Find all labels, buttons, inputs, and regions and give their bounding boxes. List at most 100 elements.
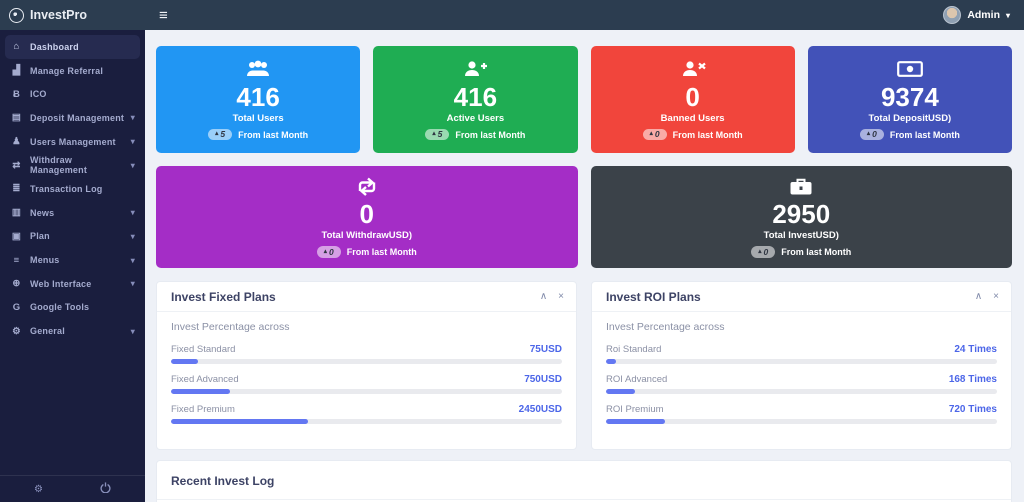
up-arrow-icon: ▴ bbox=[324, 249, 327, 256]
collapse-icon[interactable]: ∧ bbox=[540, 292, 547, 302]
sidebar-item-news[interactable]: ▥ News ▾ bbox=[0, 201, 145, 225]
google-icon: G bbox=[9, 302, 24, 313]
panel-header: Invest ROI Plans ∧ × bbox=[592, 282, 1011, 312]
sidebar-item-label: Google Tools bbox=[30, 302, 89, 312]
stat-card-total-deposit[interactable]: 9374 Total DepositUSD) ▴0 From last Mont… bbox=[808, 46, 1012, 153]
sidebar-item-plan[interactable]: ▣ Plan ▾ bbox=[0, 225, 145, 249]
stat-card-active-users[interactable]: 416 Active Users ▴5 From last Month bbox=[373, 46, 577, 153]
collapse-icon[interactable]: ∧ bbox=[975, 292, 982, 302]
sidebar-item-transaction-log[interactable]: ≣ Transaction Log bbox=[0, 177, 145, 201]
progress-track bbox=[606, 389, 997, 394]
invest-fixed-plans-panel: Invest Fixed Plans ∧ × Invest Percentage… bbox=[156, 281, 577, 450]
stat-card-total-invest[interactable]: 2950 Total InvestUSD) ▴0 From last Month bbox=[591, 166, 1013, 268]
stat-value: 0 bbox=[685, 84, 699, 111]
top-navbar: InvestPro ≡ Admin ▾ bbox=[0, 0, 1024, 30]
sidebar-item-ico[interactable]: Ƀ ICO bbox=[0, 82, 145, 106]
plan-value: 24 Times bbox=[954, 344, 997, 355]
sidebar-item-label: Transaction Log bbox=[30, 184, 103, 194]
stat-badge: ▴5 From last Month bbox=[425, 129, 525, 141]
users-group-icon bbox=[244, 59, 272, 79]
settings-gear-icon[interactable]: ⚙ bbox=[34, 484, 43, 495]
panel-subtitle: Invest Percentage across bbox=[606, 321, 997, 333]
stat-card-total-withdraw[interactable]: 0 Total WithdrawUSD) ▴0 From last Month bbox=[156, 166, 578, 268]
bitcoin-icon: Ƀ bbox=[9, 89, 24, 100]
user-plus-icon bbox=[462, 59, 488, 79]
sidebar-item-label: General bbox=[30, 326, 65, 336]
stat-value: 416 bbox=[454, 84, 497, 111]
brand-name: InvestPro bbox=[30, 8, 87, 22]
investpro-logo-icon bbox=[9, 8, 24, 23]
progress-fill bbox=[606, 359, 616, 364]
sidebar-item-web-interface[interactable]: ⊕ Web Interface ▾ bbox=[0, 272, 145, 296]
recent-invest-log-panel: Recent Invest Log bbox=[156, 460, 1012, 502]
sidebar-item-users-management[interactable]: ♟ Users Management ▾ bbox=[0, 130, 145, 154]
stat-badge: ▴0 From last Month bbox=[317, 246, 417, 258]
avatar bbox=[943, 6, 961, 24]
money-bill-icon bbox=[897, 59, 923, 79]
sidebar-item-general[interactable]: ⚙ General ▾ bbox=[0, 319, 145, 343]
stat-cards-row-1: 416 Total Users ▴5 From last Month 416 A… bbox=[156, 46, 1012, 153]
stat-card-total-users[interactable]: 416 Total Users ▴5 From last Month bbox=[156, 46, 360, 153]
panel-title: Invest ROI Plans bbox=[606, 290, 701, 304]
power-icon[interactable] bbox=[100, 482, 111, 496]
stat-value: 416 bbox=[236, 84, 279, 111]
sidebar-item-withdraw-management[interactable]: ⇄ Withdraw Management ▾ bbox=[0, 153, 145, 177]
sidebar-item-label: News bbox=[30, 208, 54, 218]
sidebar-item-deposit-management[interactable]: ▤ Deposit Management ▾ bbox=[0, 106, 145, 130]
stat-value: 0 bbox=[360, 201, 374, 228]
sidebar-item-label: ICO bbox=[30, 89, 47, 99]
plan-progress-row: ROI Premium 720 Times bbox=[606, 404, 997, 424]
close-icon[interactable]: × bbox=[993, 292, 999, 302]
hamburger-menu-icon[interactable]: ≡ bbox=[159, 8, 168, 23]
panel-body: Invest Percentage across Fixed Standard7… bbox=[157, 312, 576, 424]
chevron-down-icon: ▾ bbox=[1006, 11, 1010, 20]
users-icon: ♟ bbox=[9, 136, 24, 147]
stat-label: Total DepositUSD) bbox=[869, 113, 952, 124]
plan-label: ROI Premium bbox=[606, 404, 664, 415]
sidebar-item-dashboard[interactable]: ⌂ Dashboard bbox=[5, 35, 140, 59]
progress-fill bbox=[171, 389, 230, 394]
sidebar-item-label: Manage Referral bbox=[30, 66, 103, 76]
globe-icon: ⊕ bbox=[9, 278, 24, 289]
stat-card-banned-users[interactable]: 0 Banned Users ▴0 From last Month bbox=[591, 46, 795, 153]
up-arrow-icon: ▴ bbox=[650, 131, 653, 138]
deposit-icon: ▤ bbox=[9, 112, 24, 123]
progress-track bbox=[606, 419, 997, 424]
plan-progress-row: Roi Standard24 Times bbox=[606, 344, 997, 364]
chevron-down-icon: ▾ bbox=[131, 208, 135, 217]
progress-fill bbox=[171, 419, 308, 424]
brand[interactable]: InvestPro bbox=[0, 8, 145, 23]
sidebar-item-manage-referral[interactable]: ▟ Manage Referral bbox=[0, 59, 145, 83]
progress-track bbox=[171, 359, 562, 364]
admin-username: Admin bbox=[967, 9, 1000, 21]
plan-value: 720 Times bbox=[949, 404, 997, 415]
briefcase-icon bbox=[789, 176, 813, 196]
progress-fill bbox=[606, 419, 665, 424]
sidebar-item-label: Users Management bbox=[30, 137, 116, 147]
sidebar-item-label: Plan bbox=[30, 231, 50, 241]
exchange-icon: ⇄ bbox=[9, 160, 24, 171]
main-content: 416 Total Users ▴5 From last Month 416 A… bbox=[145, 30, 1024, 502]
admin-user-menu[interactable]: Admin ▾ bbox=[943, 6, 1024, 24]
up-arrow-icon: ▴ bbox=[432, 131, 435, 138]
progress-fill bbox=[171, 359, 198, 364]
stat-label: Banned Users bbox=[661, 113, 725, 124]
plan-value: 750USD bbox=[524, 374, 562, 385]
plan-label: Fixed Advanced bbox=[171, 374, 239, 385]
close-icon[interactable]: × bbox=[558, 292, 564, 302]
plan-value: 168 Times bbox=[949, 374, 997, 385]
sidebar-item-google-tools[interactable]: G Google Tools bbox=[0, 296, 145, 320]
sidebar-item-label: Deposit Management bbox=[30, 113, 124, 123]
chevron-down-icon: ▾ bbox=[131, 232, 135, 241]
user-x-icon bbox=[680, 59, 706, 79]
chevron-down-icon: ▾ bbox=[131, 279, 135, 288]
sidebar-item-label: Menus bbox=[30, 255, 60, 265]
invest-roi-plans-panel: Invest ROI Plans ∧ × Invest Percentage a… bbox=[591, 281, 1012, 450]
sidebar-item-label: Withdraw Management bbox=[30, 155, 131, 175]
up-arrow-icon: ▴ bbox=[758, 249, 761, 256]
plan-progress-row: Fixed Standard75USD bbox=[171, 344, 562, 364]
sidebar-item-menus[interactable]: ≡ Menus ▾ bbox=[0, 248, 145, 272]
stat-value: 9374 bbox=[881, 84, 939, 111]
plan-progress-row: Fixed Advanced 750USD bbox=[171, 374, 562, 394]
panel-subtitle: Invest Percentage across bbox=[171, 321, 562, 333]
